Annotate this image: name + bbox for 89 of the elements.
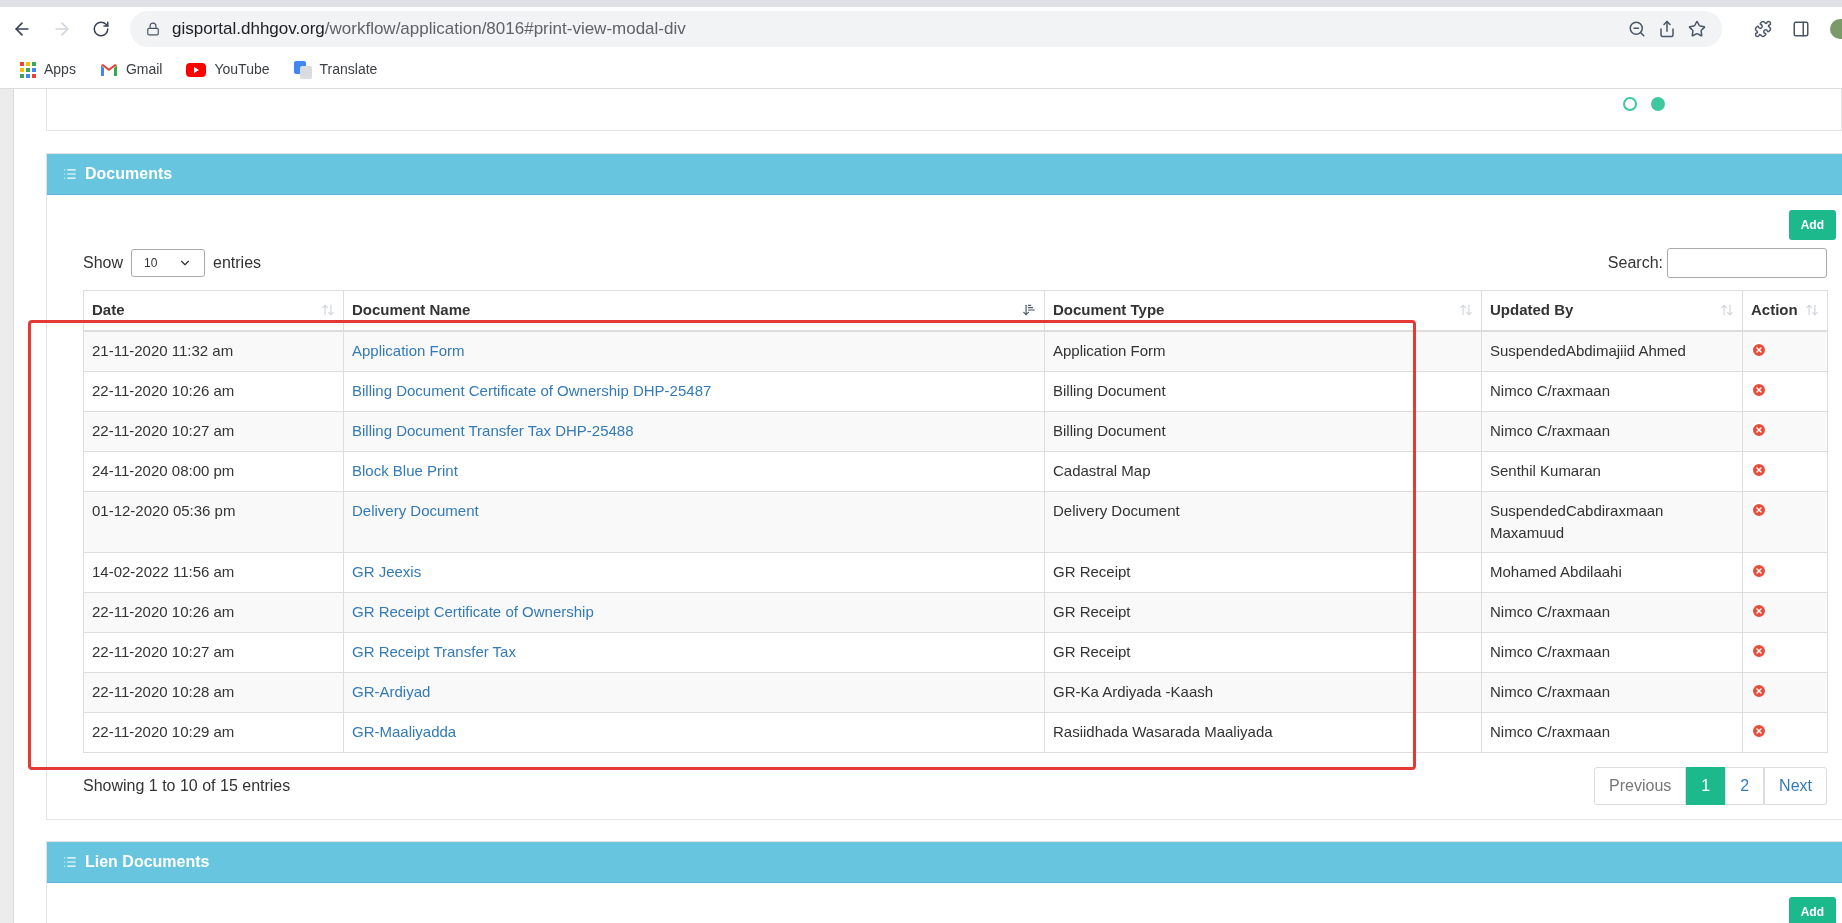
delete-icon[interactable] <box>1751 501 1767 518</box>
date-cell: 22-11-2020 10:27 am <box>83 632 344 672</box>
document-type-cell: GR Receipt <box>1044 632 1482 672</box>
delete-icon[interactable] <box>1751 682 1767 699</box>
date-cell: 22-11-2020 10:27 am <box>83 411 344 451</box>
translate-icon <box>293 60 312 79</box>
updated-by-cell: Nimco C/raxmaan <box>1481 411 1743 451</box>
document-link[interactable]: Block Blue Print <box>352 462 458 479</box>
bookmark-link[interactable]: Translate <box>293 59 378 80</box>
date-cell: 22-11-2020 10:28 am <box>83 672 344 712</box>
document-type-cell: Application Form <box>1044 330 1482 371</box>
pagination-button[interactable]: Next <box>1764 766 1827 805</box>
document-type-cell: Billing Document <box>1044 411 1482 451</box>
search-label: Search: <box>1607 253 1663 273</box>
delete-icon[interactable] <box>1751 642 1767 659</box>
entries-summary: Showing 1 to 10 of 15 entries <box>83 775 291 796</box>
updated-by-cell: SuspendedCabdiraxmaan Maxamuud <box>1481 491 1743 552</box>
date-cell: 21-11-2020 11:32 am <box>83 330 344 371</box>
date-cell: 22-11-2020 10:26 am <box>83 371 344 411</box>
document-type-cell: Cadastral Map <box>1044 451 1482 491</box>
updated-by-cell: Nimco C/raxmaan <box>1481 371 1743 411</box>
document-type-cell: Rasiidhada Wasarada Maaliyada <box>1044 712 1482 752</box>
document-type-cell: Delivery Document <box>1044 491 1482 552</box>
search-field[interactable] <box>1667 248 1827 278</box>
profile-avatar[interactable] <box>1830 19 1842 39</box>
updated-by-cell: Senthil Kumaran <box>1481 451 1743 491</box>
add-button[interactable]: Add <box>1788 896 1836 923</box>
document-link[interactable]: Application Form <box>352 342 465 359</box>
pagination-button[interactable]: 1 <box>1686 766 1726 805</box>
panel-title: Documents <box>85 164 173 184</box>
share-icon[interactable] <box>1658 20 1676 38</box>
reload-icon[interactable] <box>92 20 110 38</box>
delete-icon[interactable] <box>1751 461 1767 478</box>
updated-by-cell: Mohamed Abdilaahi <box>1481 552 1743 592</box>
updated-by-cell: SuspendedAbdimajiid Ahmed <box>1481 330 1743 371</box>
delete-icon[interactable] <box>1751 602 1767 619</box>
panel-title: Lien Documents <box>85 851 210 872</box>
apps-grid-icon <box>20 61 36 78</box>
column-header[interactable]: Document Name <box>343 290 1045 331</box>
date-cell: 22-11-2020 10:26 am <box>83 592 344 632</box>
page-size-select[interactable]: 10 <box>131 249 206 277</box>
lock-icon <box>146 22 160 36</box>
bookmark-link[interactable]: YouTube <box>186 59 270 80</box>
document-type-cell: GR-Ka Ardiyada -Kaash <box>1044 672 1482 712</box>
play-icon <box>186 62 207 77</box>
document-link[interactable]: GR Receipt Certificate of Ownership <box>352 603 594 620</box>
delete-icon[interactable] <box>1751 381 1767 398</box>
url-text: gisportal.dhhgov.org/workflow/application/8016#print-view-modal-div <box>172 18 686 41</box>
zoom-out-icon[interactable] <box>1628 20 1646 38</box>
mail-icon <box>99 62 118 77</box>
delete-icon[interactable] <box>1751 722 1767 739</box>
date-cell: 22-11-2020 10:29 am <box>83 712 344 752</box>
entries-label: entries <box>213 253 262 273</box>
document-link[interactable]: Billing Document Transfer Tax DHP-25488 <box>352 422 634 439</box>
column-header[interactable]: Action <box>1742 290 1828 331</box>
side-panel-icon[interactable] <box>1792 20 1810 38</box>
delete-icon[interactable] <box>1751 341 1767 358</box>
list-icon <box>63 167 77 181</box>
document-link[interactable]: GR Receipt Transfer Tax <box>352 643 516 660</box>
document-link[interactable]: Delivery Document <box>352 502 479 519</box>
column-header[interactable]: Updated By <box>1481 290 1743 331</box>
document-type-cell: GR Receipt <box>1044 592 1482 632</box>
pagination-button[interactable]: 2 <box>1725 766 1765 805</box>
document-type-cell: Billing Document <box>1044 371 1482 411</box>
updated-by-cell: Nimco C/raxmaan <box>1481 632 1743 672</box>
extensions-icon[interactable] <box>1754 20 1772 38</box>
show-label: Show <box>83 253 124 273</box>
bookmark-link[interactable]: Apps <box>20 59 76 80</box>
updated-by-cell: Nimco C/raxmaan <box>1481 712 1743 752</box>
date-cell: 14-02-2022 11:56 am <box>83 552 344 592</box>
document-link[interactable]: GR-Ardiyad <box>352 683 431 700</box>
delete-icon[interactable] <box>1751 562 1767 579</box>
document-link[interactable]: GR Jeexis <box>352 563 422 580</box>
column-header[interactable]: Date <box>83 290 344 331</box>
document-type-cell: GR Receipt <box>1044 552 1482 592</box>
sort-ascending-icon[interactable] <box>1022 303 1036 318</box>
delete-icon[interactable] <box>1751 421 1767 438</box>
date-cell: 01-12-2020 05:36 pm <box>83 491 344 552</box>
pagination-button[interactable]: Previous <box>1594 766 1687 805</box>
add-button[interactable]: Add <box>1788 210 1836 240</box>
star-icon[interactable] <box>1688 20 1706 38</box>
list-icon <box>63 854 77 869</box>
updated-by-cell: Nimco C/raxmaan <box>1481 592 1743 632</box>
updated-by-cell: Nimco C/raxmaan <box>1481 672 1743 712</box>
column-header[interactable]: Document Type <box>1044 290 1482 331</box>
address-bar[interactable]: gisportal.dhhgov.org/workflow/application/8016#print-view-modal-div <box>130 11 1722 47</box>
document-link[interactable]: GR-Maaliyadda <box>352 723 457 740</box>
date-cell: 24-11-2020 08:00 pm <box>83 451 344 491</box>
bookmark-link[interactable]: Gmail <box>99 59 163 80</box>
